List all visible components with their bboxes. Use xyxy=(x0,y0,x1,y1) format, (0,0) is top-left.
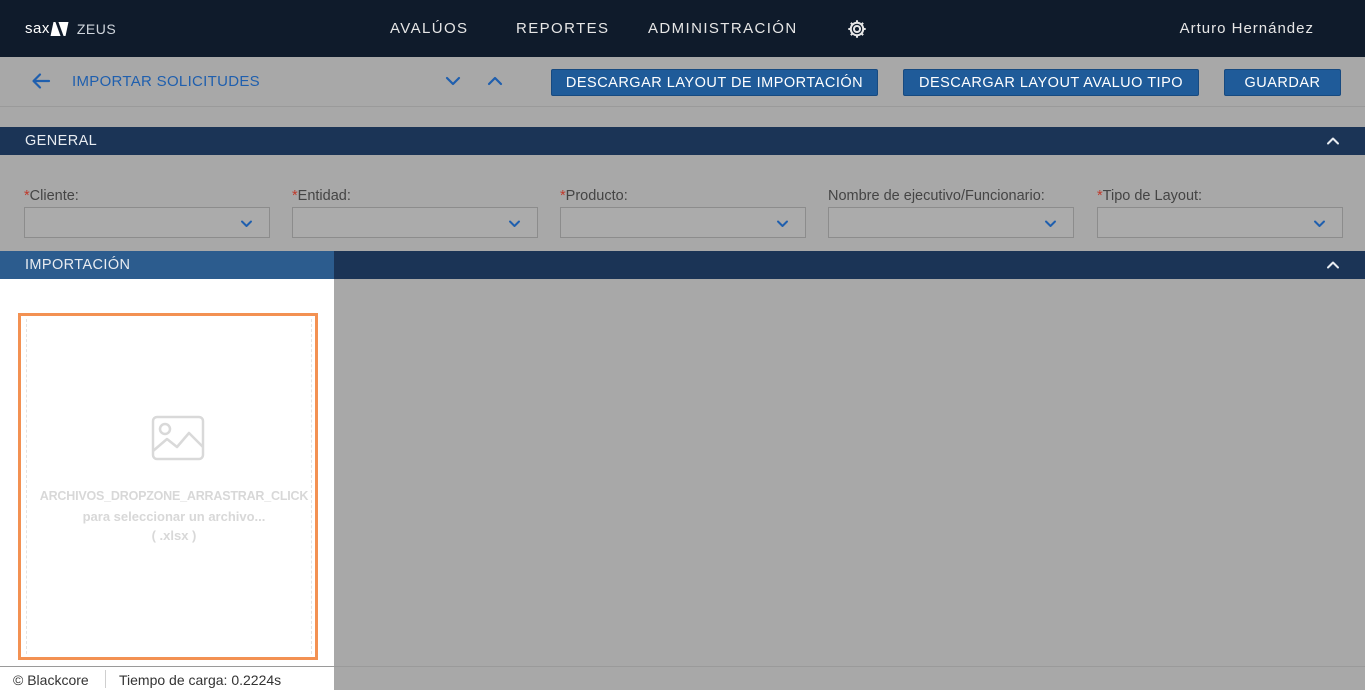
cliente-select[interactable] xyxy=(24,207,270,238)
chevron-down-icon xyxy=(1045,220,1056,227)
field-entidad: *Entidad: xyxy=(292,188,538,238)
download-appraisal-layout-button[interactable]: DESCARGAR LAYOUT AVALUO TIPO xyxy=(903,69,1199,96)
logo-mark-icon xyxy=(50,21,69,36)
import-panel: ARCHIVOS_DROPZONE_ARRASTRAR_CLICK para s… xyxy=(0,279,334,690)
chevron-down-icon xyxy=(241,220,252,227)
page-toolbar: IMPORTAR SOLICITUDES DESCARGAR LAYOUT DE… xyxy=(0,57,1365,107)
nav-administracion[interactable]: ADMINISTRACIÓN xyxy=(648,20,798,37)
gear-icon[interactable] xyxy=(846,18,868,40)
chevron-up-icon[interactable] xyxy=(1326,258,1340,272)
app-name: ZEUS xyxy=(76,20,117,37)
logo-sax-text: sax xyxy=(25,20,50,37)
chevron-down-icon xyxy=(1314,220,1325,227)
producto-select[interactable] xyxy=(560,207,806,238)
chevron-down-icon xyxy=(777,220,788,227)
field-label: *Cliente: xyxy=(24,188,270,206)
field-cliente: *Cliente: xyxy=(24,188,270,238)
nav-avaluos[interactable]: AVALÚOS xyxy=(390,20,468,37)
download-import-layout-button[interactable]: DESCARGAR LAYOUT DE IMPORTACIÓN xyxy=(551,69,878,96)
section-general-title: GENERAL xyxy=(25,133,98,149)
producto-label: Producto: xyxy=(565,188,628,204)
field-producto: *Producto: xyxy=(560,188,806,238)
field-tipo-layout: *Tipo de Layout: xyxy=(1097,188,1343,238)
chevron-down-icon xyxy=(509,220,520,227)
field-label: *Tipo de Layout: xyxy=(1097,188,1343,206)
dropzone-instruction: ARCHIVOS_DROPZONE_ARRASTRAR_CLICK xyxy=(39,489,309,503)
chevron-down-icon[interactable] xyxy=(444,72,462,90)
file-dropzone[interactable]: ARCHIVOS_DROPZONE_ARRASTRAR_CLICK para s… xyxy=(18,313,318,660)
field-label: *Entidad: xyxy=(292,188,538,206)
footer-left: © Blackcore Tiempo de carga: 0.2224s xyxy=(0,667,334,690)
save-button[interactable]: GUARDAR xyxy=(1224,69,1341,96)
footer: © Blackcore Tiempo de carga: 0.2224s xyxy=(0,666,1365,690)
ejecutivo-select[interactable] xyxy=(828,207,1074,238)
dropzone-subtext: para seleccionar un archivo... xyxy=(82,509,266,524)
image-placeholder-icon xyxy=(151,415,205,461)
nav-reportes[interactable]: REPORTES xyxy=(516,20,609,37)
dropzone-inner: ARCHIVOS_DROPZONE_ARRASTRAR_CLICK para s… xyxy=(26,319,312,654)
footer-load-time: Tiempo de carga: 0.2224s xyxy=(119,672,282,688)
user-name[interactable]: Arturo Hernández xyxy=(1180,20,1314,37)
section-importacion-header[interactable]: IMPORTACIÓN xyxy=(0,251,1365,279)
footer-divider xyxy=(105,670,106,688)
footer-copyright: © Blackcore xyxy=(13,672,89,688)
tipo-layout-select[interactable] xyxy=(1097,207,1343,238)
entidad-label: Entidad: xyxy=(297,188,351,204)
section-general-header[interactable]: GENERAL xyxy=(0,127,1365,155)
field-label: *Producto: xyxy=(560,188,806,206)
tipo-layout-label: Tipo de Layout: xyxy=(1102,188,1203,204)
cliente-label: Cliente: xyxy=(29,188,79,204)
brand-logo[interactable]: sax ZEUS xyxy=(25,20,116,37)
ejecutivo-label: Nombre de ejecutivo/Funcionario: xyxy=(828,188,1045,204)
chevron-up-icon[interactable] xyxy=(486,72,504,90)
entidad-select[interactable] xyxy=(292,207,538,238)
dropzone-file-types: ( .xlsx ) xyxy=(151,528,197,543)
chevron-up-icon[interactable] xyxy=(1326,134,1340,148)
field-ejecutivo: Nombre de ejecutivo/Funcionario: xyxy=(828,188,1074,238)
top-navbar: sax ZEUS AVALÚOS REPORTES ADMINISTRACIÓN… xyxy=(0,0,1365,57)
section-importacion-title: IMPORTACIÓN xyxy=(25,257,131,273)
arrow-left-icon[interactable] xyxy=(30,71,52,91)
field-label: Nombre de ejecutivo/Funcionario: xyxy=(828,188,1074,206)
page-title: IMPORTAR SOLICITUDES xyxy=(72,73,260,90)
